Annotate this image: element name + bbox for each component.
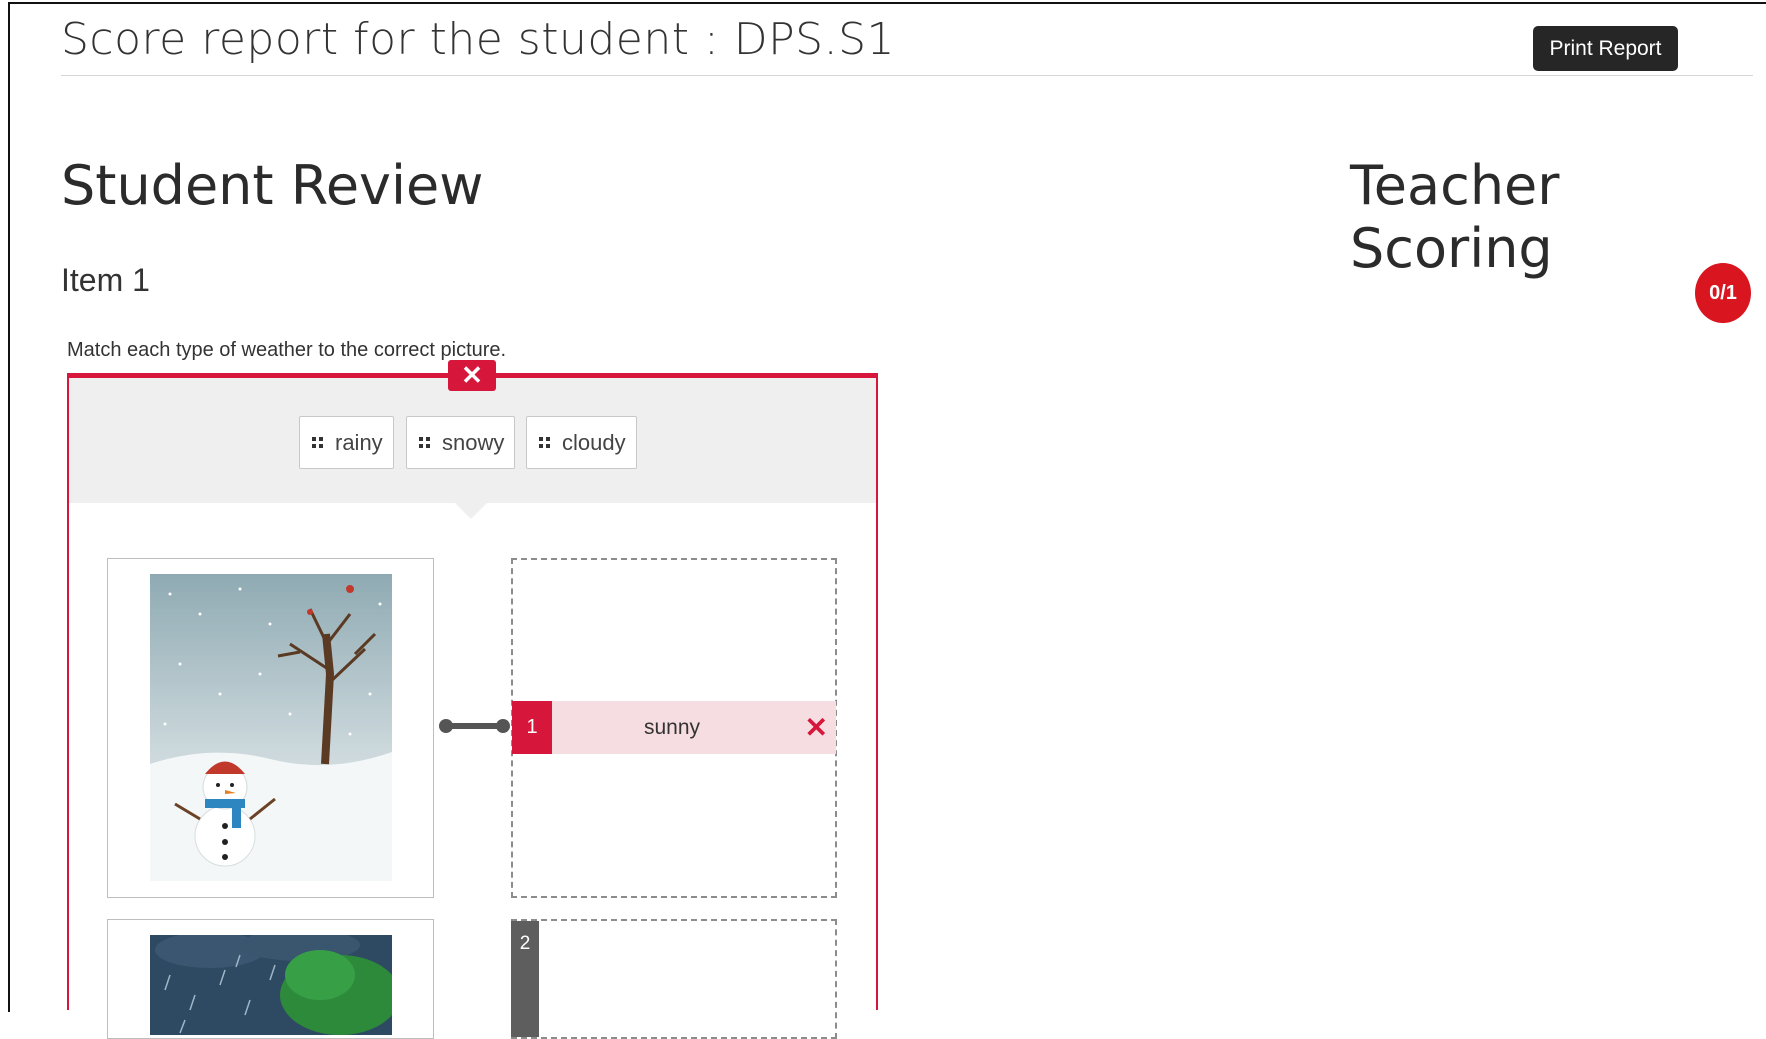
snowman-in-snow-image [150,574,392,881]
print-report-button[interactable]: Print Report [1533,26,1678,71]
page-title: Score report for the student : DPS.S1 [61,14,896,65]
drop-zone-number: 2 [511,921,539,1037]
choice-label: cloudy [562,429,626,455]
question-instruction: Match each type of weather to the correc… [67,339,507,361]
choice-chip-snowy[interactable]: snowy [406,416,515,469]
match-image-card-2 [107,919,434,1039]
placed-answer-1[interactable]: 1 sunny ✕ [512,701,836,754]
student-review-heading: Student Review [61,154,484,217]
connector-end-dot [496,719,510,733]
choice-label: rainy [335,429,383,455]
close-icon: ✕ [448,360,496,391]
choice-chip-rainy[interactable]: rainy [299,416,394,469]
drop-zone-2[interactable]: 2 [511,919,837,1039]
choice-label: snowy [442,429,505,455]
connector-start-dot [439,719,453,733]
choices-tray: rainy snowy cloudy [69,378,876,503]
incorrect-icon: ✕ [804,712,828,743]
choice-chip-cloudy[interactable]: cloudy [526,416,637,469]
score-badge: 0/1 [1695,263,1751,323]
match-image-card-1 [107,558,434,898]
header-divider [61,75,1753,76]
drag-handle-icon [312,437,323,448]
drag-handle-icon [539,437,550,448]
answer-label: sunny [643,715,701,739]
tray-pointer [455,503,487,519]
match-connector [445,723,503,729]
answer-number: 1 [512,701,552,754]
question-container: rainy snowy cloudy 1 sunny ✕ 2 [67,373,878,1039]
rainy-tree-image [150,935,392,1035]
drag-handle-icon [419,437,430,448]
item-label: Item 1 [61,262,150,298]
teacher-scoring-heading: Teacher Scoring [1350,154,1560,280]
